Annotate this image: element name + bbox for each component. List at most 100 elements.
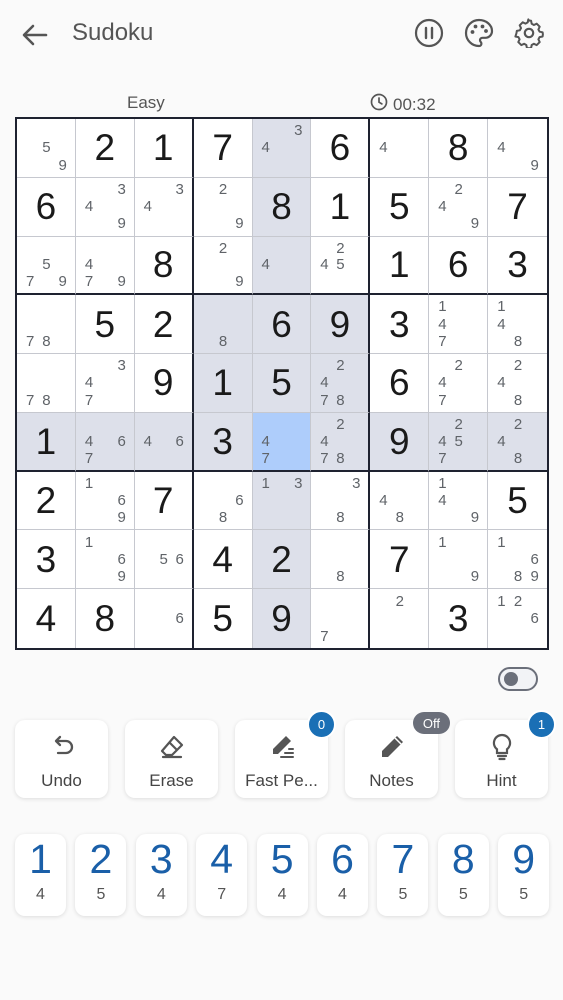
number-button-1[interactable]: 14 — [15, 834, 66, 916]
cell-r9c7[interactable]: 2 — [370, 589, 430, 648]
cell-r9c8[interactable]: 3 — [429, 589, 489, 648]
cell-r5c9[interactable]: 248 — [488, 354, 547, 413]
cell-r7c3[interactable]: 7 — [134, 471, 194, 531]
cell-r4c9[interactable]: 148 — [488, 295, 547, 355]
cell-r3c2[interactable]: 47 9 — [75, 236, 135, 296]
cell-r4c6[interactable]: 9 — [311, 295, 371, 355]
cell-r7c4[interactable]: 68 — [193, 471, 253, 531]
cell-r5c6[interactable]: 2478 — [311, 354, 371, 413]
cell-r8c4[interactable]: 4 — [193, 530, 253, 590]
number-button-6[interactable]: 64 — [317, 834, 368, 916]
cell-r1c2[interactable]: 2 — [75, 119, 135, 178]
number-button-7[interactable]: 75 — [377, 834, 429, 916]
cell-r2c4[interactable]: 29 — [193, 177, 253, 237]
cell-r6c5[interactable]: 47 — [252, 412, 312, 472]
cell-r4c3[interactable]: 2 — [134, 295, 194, 355]
cell-r8c5[interactable]: 2 — [252, 530, 312, 590]
cell-r3c3[interactable]: 8 — [134, 236, 194, 296]
number-button-4[interactable]: 47 — [196, 834, 248, 916]
notes-button[interactable]: Notes Off — [345, 712, 450, 798]
toggle-switch[interactable] — [498, 667, 538, 691]
cell-r4c2[interactable]: 5 — [75, 295, 135, 355]
cell-r8c9[interactable]: 1689 — [488, 530, 547, 590]
cell-r4c5[interactable]: 6 — [252, 295, 312, 355]
cell-r3c8[interactable]: 6 — [429, 236, 489, 296]
palette-icon[interactable] — [464, 18, 494, 48]
cell-r3c1[interactable]: 57 9 — [17, 236, 76, 296]
cell-r1c5[interactable]: 34 — [252, 119, 312, 178]
cell-r6c9[interactable]: 248 — [488, 412, 547, 472]
cell-r2c1[interactable]: 6 — [17, 177, 76, 237]
cell-r6c6[interactable]: 2478 — [311, 412, 371, 472]
cell-r5c5[interactable]: 5 — [252, 354, 312, 413]
cell-r9c9[interactable]: 126 — [488, 589, 547, 648]
cell-r9c4[interactable]: 5 — [194, 589, 253, 648]
cell-r1c4[interactable]: 7 — [193, 119, 253, 178]
cell-r6c7[interactable]: 9 — [370, 412, 430, 472]
cell-r1c8[interactable]: 8 — [429, 119, 489, 178]
cell-r1c3[interactable]: 1 — [134, 119, 194, 178]
cell-r9c3[interactable]: 6 — [135, 589, 194, 648]
number-button-8[interactable]: 85 — [437, 834, 489, 916]
back-arrow-icon[interactable] — [18, 18, 52, 52]
erase-button[interactable]: Erase — [125, 720, 218, 798]
cell-r7c2[interactable]: 1 69 — [75, 471, 135, 531]
cell-r5c7[interactable]: 6 — [370, 354, 430, 413]
cell-r4c4[interactable]: 8 — [193, 295, 253, 355]
cell-r2c7[interactable]: 5 — [370, 177, 430, 237]
cell-r6c8[interactable]: 2457 — [429, 412, 489, 472]
cell-r1c1[interactable]: 59 — [17, 119, 76, 178]
cell-r8c8[interactable]: 19 — [429, 530, 489, 590]
cell-r4c8[interactable]: 147 — [429, 295, 489, 355]
cell-r5c4[interactable]: 1 — [193, 354, 253, 413]
cell-r5c8[interactable]: 247 — [429, 354, 489, 413]
cell-r5c2[interactable]: 3 47 — [75, 354, 135, 413]
number-button-2[interactable]: 25 — [75, 834, 127, 916]
cell-r2c9[interactable]: 7 — [488, 178, 547, 237]
cell-r5c1[interactable]: 78 — [17, 354, 76, 413]
cell-r6c3[interactable]: 46 — [134, 412, 194, 472]
cell-r8c2[interactable]: 1 69 — [75, 530, 135, 590]
cell-r7c6[interactable]: 38 — [311, 471, 371, 531]
pause-icon[interactable] — [414, 18, 444, 48]
cell-r6c2[interactable]: 4 6 7 — [75, 412, 135, 472]
cell-r7c7[interactable]: 48 — [370, 471, 430, 531]
cell-r3c5[interactable]: 4 — [252, 236, 312, 296]
cell-r9c5[interactable]: 9 — [252, 589, 312, 648]
cell-r8c7[interactable]: 7 — [370, 530, 430, 590]
undo-button[interactable]: Undo — [15, 720, 108, 798]
cell-r6c4[interactable]: 3 — [193, 412, 253, 472]
settings-gear-icon[interactable] — [514, 18, 544, 50]
cell-r9c6[interactable]: 7 — [311, 589, 371, 648]
cell-r2c6[interactable]: 1 — [311, 177, 371, 237]
cell-r1c7[interactable]: 4 — [370, 119, 430, 178]
number-button-5[interactable]: 54 — [256, 834, 308, 916]
cell-r2c3[interactable]: 34 — [134, 177, 194, 237]
cell-r3c4[interactable]: 29 — [193, 236, 253, 296]
cell-r1c6[interactable]: 6 — [311, 119, 371, 178]
cell-r4c7[interactable]: 3 — [370, 295, 430, 355]
cell-r6c1[interactable]: 1 — [17, 412, 76, 472]
cell-r3c9[interactable]: 3 — [488, 237, 547, 296]
number-button-9[interactable]: 95 — [498, 834, 550, 916]
number-button-3[interactable]: 34 — [135, 834, 187, 916]
cell-r2c2[interactable]: 3 4 9 — [75, 177, 135, 237]
cell-r7c9[interactable]: 5 — [488, 472, 547, 531]
cell-r7c5[interactable]: 13 — [252, 471, 312, 531]
cell-r5c3[interactable]: 9 — [134, 354, 194, 413]
fast-pe-button[interactable]: Fast Pe... 0 — [235, 710, 336, 798]
cell-r8c3[interactable]: 56 — [134, 530, 194, 590]
cell-r4c1[interactable]: 78 — [17, 295, 76, 355]
cell-r9c1[interactable]: 4 — [17, 589, 76, 648]
cell-r2c5[interactable]: 8 — [252, 177, 312, 237]
hint-button[interactable]: Hint 1 — [455, 710, 556, 798]
cell-r2c8[interactable]: 24 9 — [429, 177, 489, 237]
cell-r1c9[interactable]: 49 — [488, 119, 547, 178]
cell-r7c1[interactable]: 2 — [17, 471, 76, 531]
cell-r9c2[interactable]: 8 — [76, 589, 135, 648]
cell-r3c6[interactable]: 245 — [311, 236, 371, 296]
cell-r3c7[interactable]: 1 — [370, 236, 430, 296]
cell-r8c6[interactable]: 8 — [311, 530, 371, 590]
cell-r8c1[interactable]: 3 — [17, 530, 76, 590]
cell-r7c8[interactable]: 14 9 — [429, 471, 489, 531]
